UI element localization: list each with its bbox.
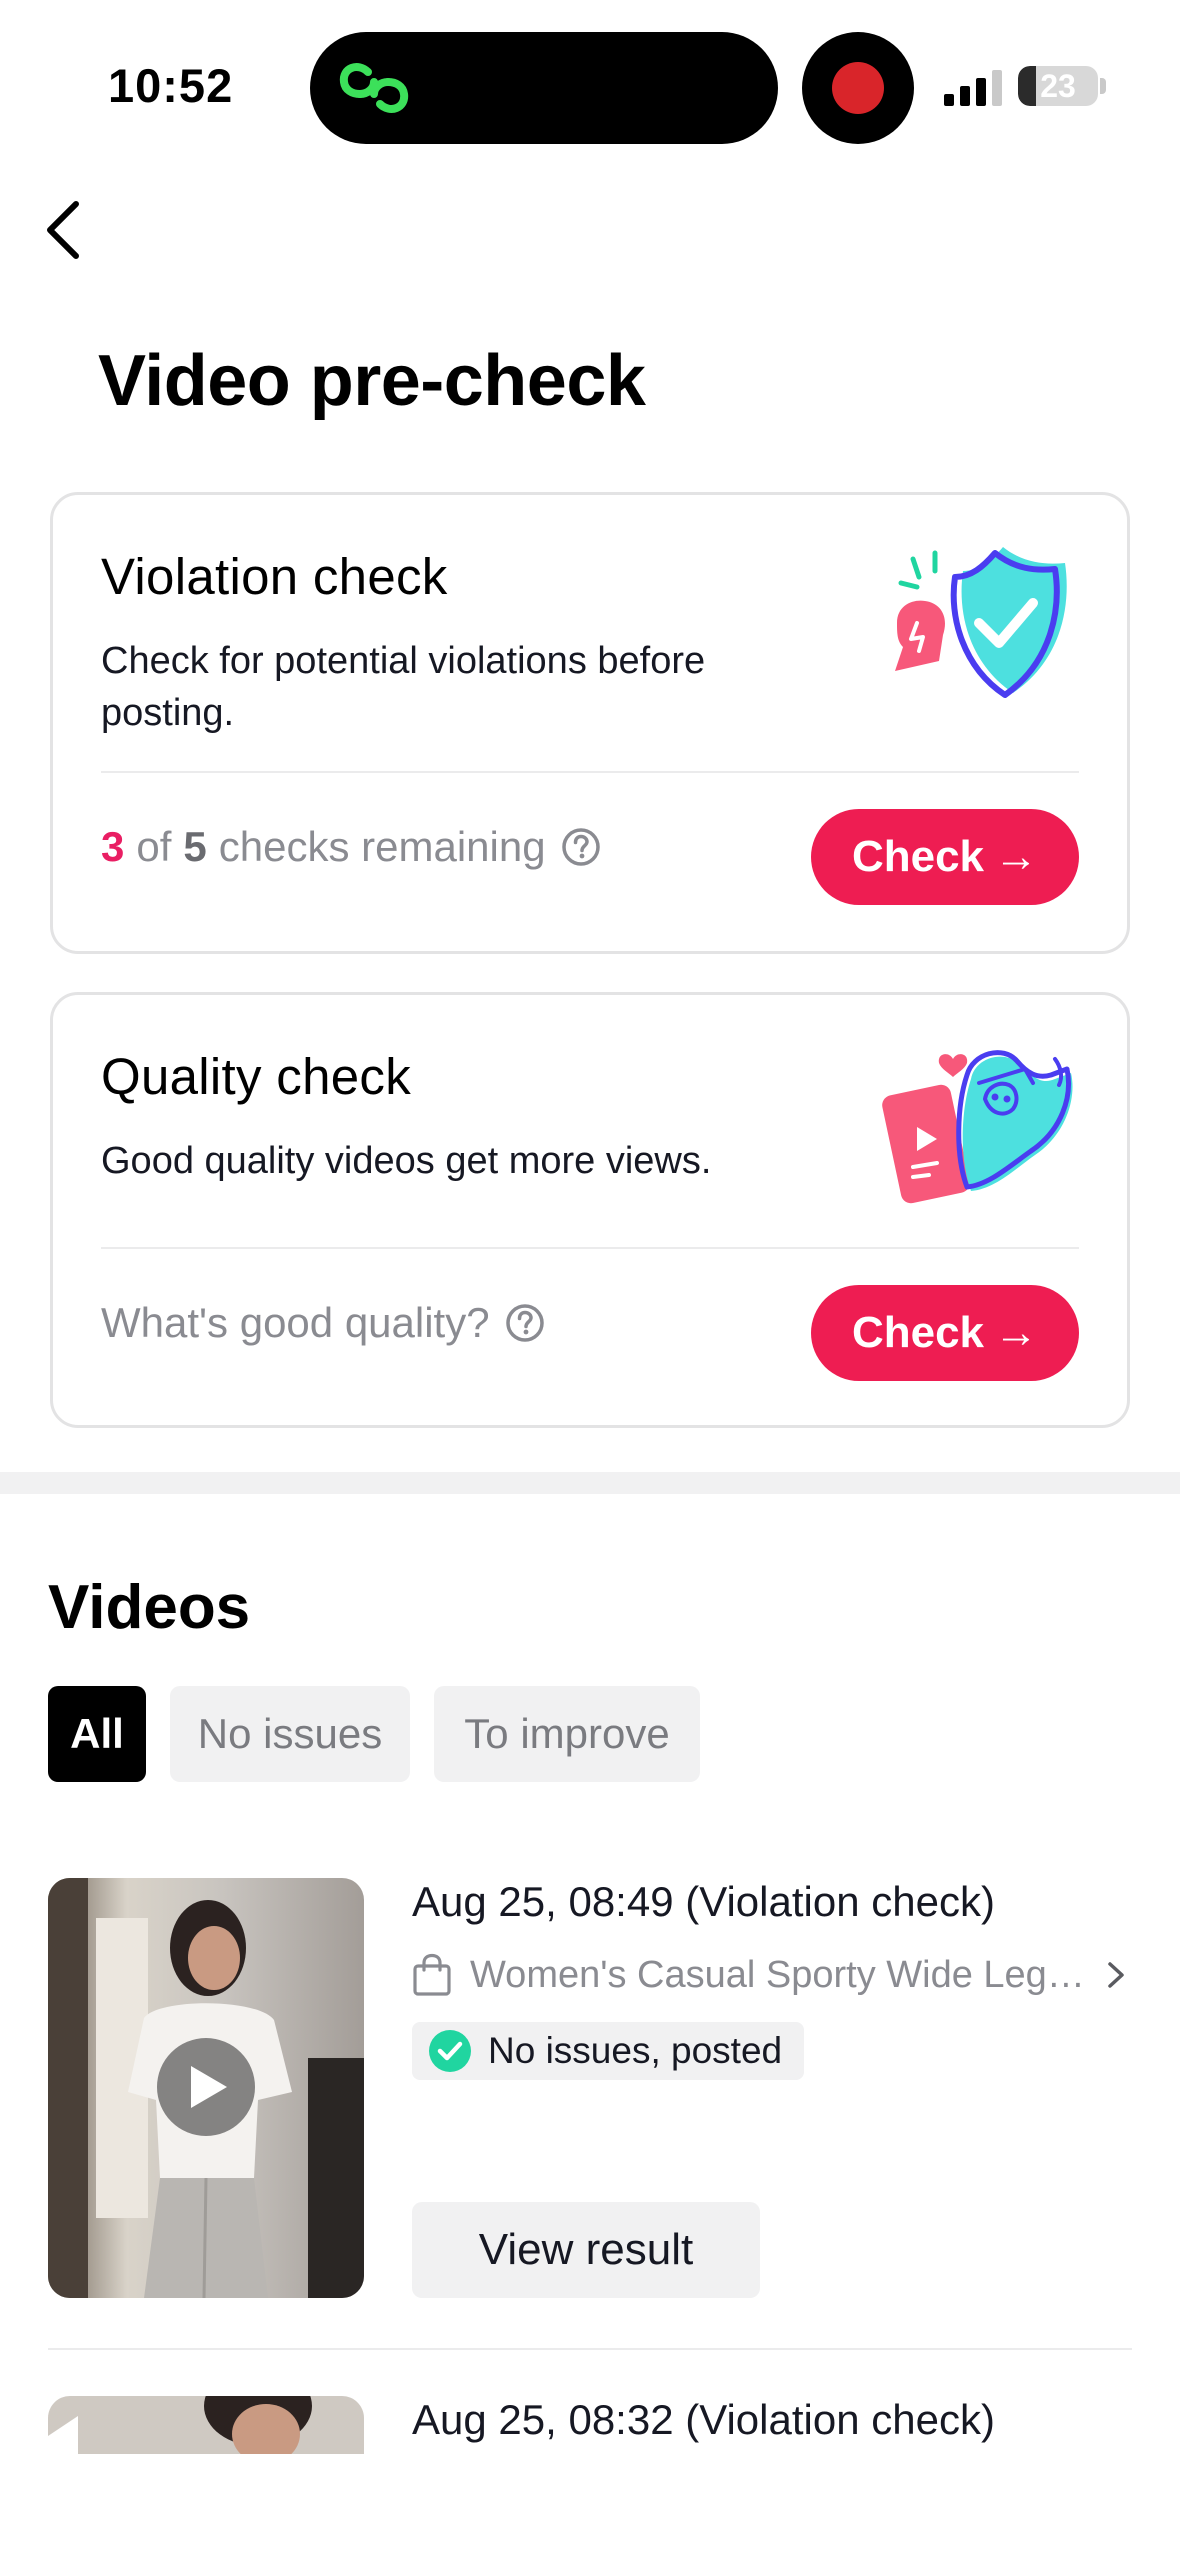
filter-chip-no-issues[interactable]: No issues [170, 1686, 410, 1782]
dynamic-island [310, 32, 778, 144]
status-text: No issues, posted [488, 2030, 783, 2071]
violation-check-card: Violation check Check for potential viol… [50, 492, 1130, 954]
arrow-right-icon: → [994, 1308, 1039, 1357]
question-circle-icon[interactable] [560, 826, 602, 868]
checks-used-count: 3 [101, 823, 125, 870]
battery-percent: 23 [1040, 68, 1076, 104]
videos-section-title: Videos [48, 1573, 251, 1642]
page-title: Video pre-check [98, 341, 646, 421]
play-button[interactable] [157, 2038, 255, 2136]
quality-info-label[interactable]: What's good quality? [101, 1299, 490, 1347]
product-link[interactable]: Women's Casual Sporty Wide Leg S... [412, 1950, 1132, 2000]
battery-icon: 23 [1018, 66, 1098, 106]
arrow-right-icon: → [994, 832, 1039, 881]
video-precheck-screen: 10:52 23 Video pre-check Violation check… [0, 0, 1180, 2556]
battery-cap [1100, 78, 1106, 94]
filter-chip-to-improve[interactable]: To improve [434, 1686, 700, 1782]
quality-check-description: Good quality videos get more views. [101, 1140, 712, 1182]
screen-recording-indicator [802, 32, 914, 144]
checks-of-label: of [136, 823, 172, 870]
play-icon [191, 2066, 227, 2108]
violation-check-button[interactable]: Check → [811, 809, 1079, 905]
violation-check-title: Violation check [101, 548, 448, 605]
quality-info-link[interactable]: What's good quality? [101, 1287, 546, 1359]
shopping-bag-icon [413, 1953, 451, 1996]
quality-check-title: Quality check [101, 1048, 412, 1105]
violation-check-description: Check for potential violations before po… [101, 640, 706, 734]
question-circle-icon[interactable] [504, 1302, 546, 1344]
chevron-right-icon [1108, 1962, 1124, 1988]
quality-check-card: Quality check Good quality videos get mo… [50, 992, 1130, 1428]
video-date: Aug 25, 08:49 (Violation check) [412, 1878, 995, 1925]
status-badge: No issues, posted [412, 2022, 805, 2080]
checks-remaining: 3 of 5 checks remaining [101, 811, 602, 883]
checks-total-count: 5 [183, 823, 207, 870]
quality-check-button[interactable]: Check → [811, 1285, 1079, 1381]
shield-check-illustration [895, 547, 1067, 698]
status-time: 10:52 [108, 59, 234, 112]
video-quality-illustration [882, 1050, 1073, 1204]
section-separator [0, 1472, 1180, 1494]
record-dot-icon [832, 62, 884, 114]
check-button-label: Check [851, 832, 985, 881]
video-thumbnail[interactable] [48, 2396, 364, 2454]
checks-remaining-label: checks remaining [218, 823, 546, 870]
back-button[interactable] [40, 192, 92, 268]
link-icon [339, 63, 409, 113]
row-divider [48, 2348, 1132, 2350]
filter-chip-all[interactable]: All [48, 1686, 146, 1782]
check-button-label: Check [851, 1308, 985, 1357]
video-date: Aug 25, 08:32 (Violation check) [412, 2396, 995, 2443]
video-thumbnail-image [48, 2396, 364, 2454]
video-thumbnail[interactable] [48, 1878, 364, 2298]
card-divider [101, 1247, 1079, 1249]
view-result-button[interactable]: View result [412, 2202, 760, 2298]
cellular-signal-icon [944, 70, 1002, 106]
check-circle-icon [429, 2030, 471, 2072]
card-divider [101, 771, 1079, 773]
product-name[interactable]: Women's Casual Sporty Wide Leg S... [470, 1954, 1090, 1997]
